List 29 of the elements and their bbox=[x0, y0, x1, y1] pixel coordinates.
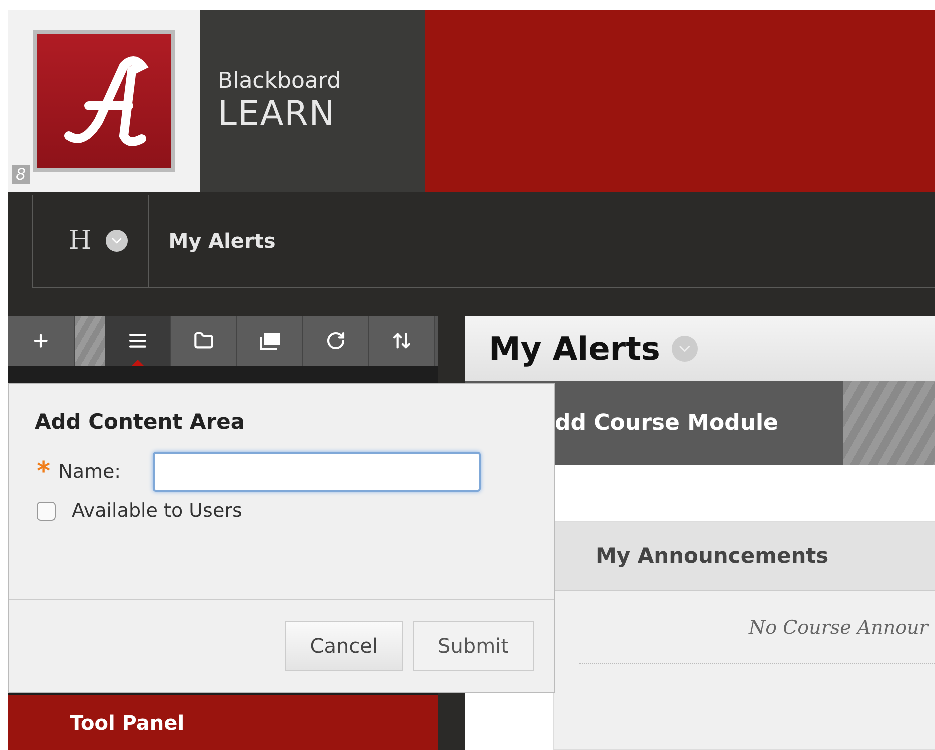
cancel-button[interactable]: Cancel bbox=[285, 621, 404, 671]
toolbar-button[interactable] bbox=[237, 316, 303, 366]
toolbar-button[interactable] bbox=[171, 316, 237, 366]
home-link[interactable]: H bbox=[69, 226, 92, 256]
folder-icon bbox=[194, 331, 214, 351]
refresh-icon bbox=[326, 331, 346, 351]
toolbar-button[interactable] bbox=[303, 316, 369, 366]
empty-message: No Course Annour bbox=[579, 591, 935, 664]
checkbox[interactable] bbox=[37, 502, 56, 520]
tool-panel-link[interactable]: Tool Panel bbox=[8, 695, 438, 750]
plus-icon bbox=[31, 331, 51, 351]
chevron-down-icon[interactable] bbox=[106, 230, 128, 252]
breadcrumb-item: My Alerts bbox=[168, 229, 276, 253]
required-mark: * bbox=[37, 457, 51, 487]
brand-subtitle: LEARN bbox=[218, 94, 337, 134]
corner-mark: 8 bbox=[12, 165, 30, 184]
window-icon bbox=[258, 332, 280, 350]
toolbar-button[interactable] bbox=[105, 316, 171, 366]
field-label: Name: bbox=[58, 461, 122, 483]
brand-name: Blackboard bbox=[218, 68, 342, 94]
module-title: My Announcements bbox=[554, 522, 935, 591]
name-field[interactable] bbox=[153, 452, 482, 492]
toolbar-button[interactable] bbox=[369, 316, 435, 366]
submit-button[interactable]: Submit bbox=[413, 621, 534, 671]
sort-icon bbox=[392, 331, 412, 351]
page-title: My Alerts bbox=[489, 330, 660, 368]
dialog-title: Add Content Area bbox=[34, 409, 246, 434]
list-icon bbox=[128, 331, 148, 351]
checkbox-label: Available to Users bbox=[72, 500, 242, 522]
